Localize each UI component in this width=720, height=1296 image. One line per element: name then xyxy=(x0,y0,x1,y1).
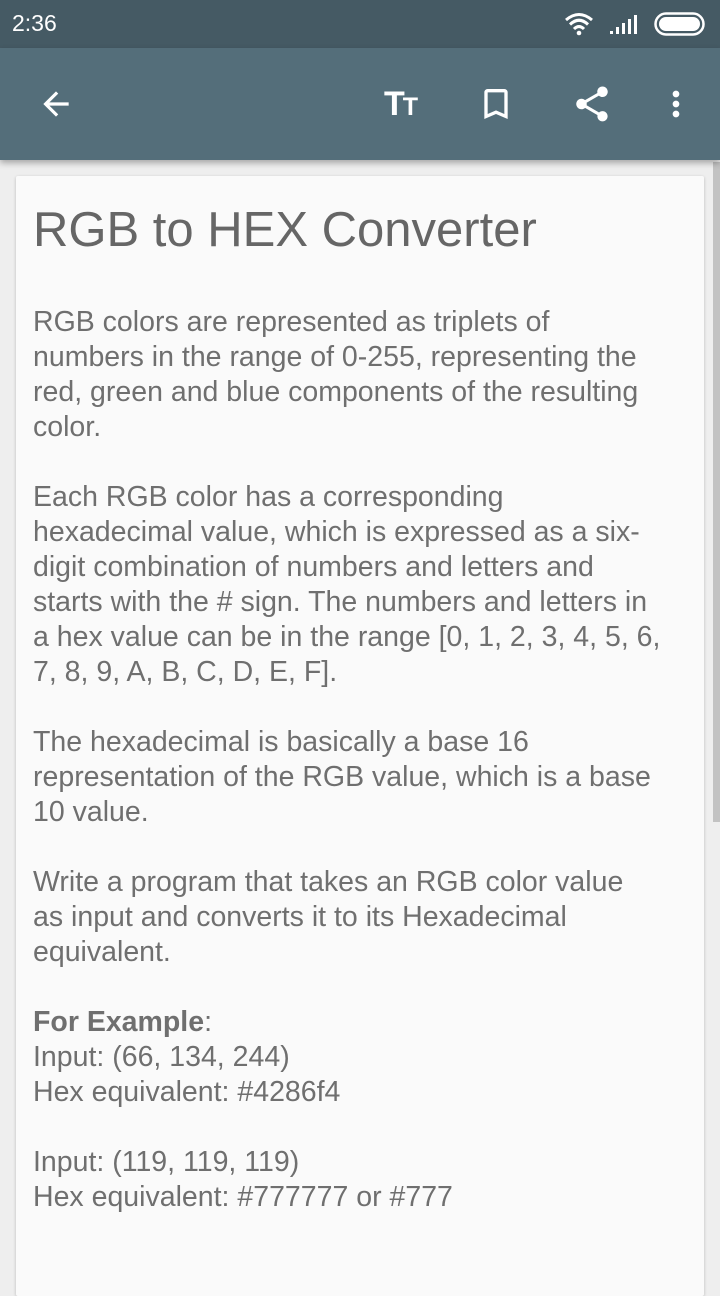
example-output: Hex equivalent: #777777 or #777 xyxy=(33,1181,453,1213)
example-colon: : xyxy=(204,1006,212,1038)
text-line: numbers in the range of 0-255, represent… xyxy=(33,341,637,373)
more-options-button[interactable] xyxy=(648,76,704,132)
bookmark-icon xyxy=(484,89,508,119)
text-line: a hex value can be in the range [0, 1, 2… xyxy=(33,621,661,653)
text-size-glyph-big: T xyxy=(383,85,405,123)
text-line: hexadecimal value, which is expressed as… xyxy=(33,516,640,548)
paragraph-base16: The hexadecimal is basically a base 16 r… xyxy=(33,725,693,830)
paragraph-task: Write a program that takes an RGB color … xyxy=(33,865,693,970)
wifi-icon xyxy=(565,13,593,36)
text-line: Write a program that takes an RGB color … xyxy=(33,866,624,898)
status-bar: 2:36 xyxy=(0,0,720,48)
paragraph-hex-explanation: Each RGB color has a corresponding hexad… xyxy=(33,480,693,690)
paragraph-intro: RGB colors are represented as triplets o… xyxy=(33,305,693,445)
text-size-icon: TT xyxy=(383,85,418,123)
app-toolbar: TT xyxy=(0,48,720,160)
text-line: as input and converts it to its Hexadeci… xyxy=(33,901,567,933)
text-line: RGB colors are represented as triplets o… xyxy=(33,306,550,338)
status-icons xyxy=(564,10,708,38)
battery-icon xyxy=(654,12,705,36)
text-line: representation of the RGB value, which i… xyxy=(33,761,651,793)
text-line: equivalent. xyxy=(33,936,171,968)
text-line: color. xyxy=(33,411,102,443)
example-label: For Example xyxy=(33,1006,205,1038)
text-line: Each RGB color has a corresponding xyxy=(33,481,504,513)
scrollbar[interactable] xyxy=(713,162,720,822)
text-line: The hexadecimal is basically a base 16 xyxy=(33,726,529,758)
example-block-1: For Example: Input: (66, 134, 244) Hex e… xyxy=(33,1005,693,1110)
example-input: Input: (66, 134, 244) xyxy=(33,1041,290,1073)
share-icon xyxy=(576,86,608,122)
share-button[interactable] xyxy=(564,76,620,132)
text-line: 7, 8, 9, A, B, C, D, E, F]. xyxy=(33,656,338,688)
article-title: RGB to HEX Converter xyxy=(33,203,537,257)
status-time: 2:36 xyxy=(12,10,57,36)
more-vert-icon xyxy=(672,90,680,118)
text-size-button[interactable]: TT xyxy=(372,76,428,132)
example-output: Hex equivalent: #4286f4 xyxy=(33,1076,341,1108)
text-line: red, green and blue components of the re… xyxy=(33,376,639,408)
example-input: Input: (119, 119, 119) xyxy=(33,1146,300,1178)
arrow-back-icon xyxy=(43,91,69,117)
back-button[interactable] xyxy=(28,76,84,132)
article-card: RGB to HEX Converter RGB colors are repr… xyxy=(16,176,704,1296)
example-heading: For Example: xyxy=(33,1005,693,1040)
text-size-glyph-small: T xyxy=(402,93,418,121)
text-line: digit combination of numbers and letters… xyxy=(33,551,594,583)
bookmark-button[interactable] xyxy=(468,76,524,132)
article-content: RGB to HEX Converter RGB colors are repr… xyxy=(33,198,693,1215)
text-line: starts with the # sign. The numbers and … xyxy=(33,586,648,618)
signal-icon xyxy=(610,15,637,34)
text-line: 10 value. xyxy=(33,796,149,828)
example-block-2: Input: (119, 119, 119) Hex equivalent: #… xyxy=(33,1145,693,1215)
